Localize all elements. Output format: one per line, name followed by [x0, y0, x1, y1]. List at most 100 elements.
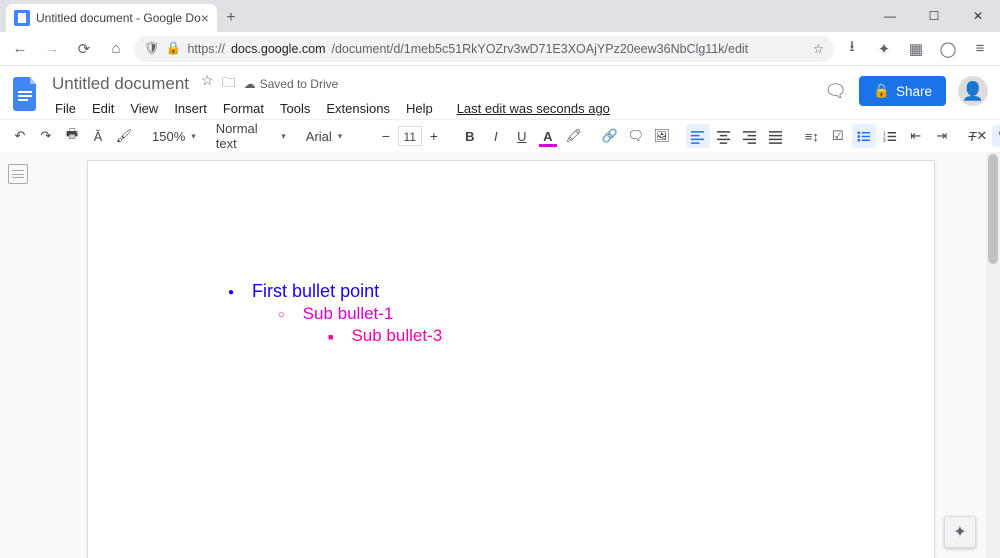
- reload-button[interactable]: ⟳: [70, 35, 98, 63]
- bullet-3-text[interactable]: Sub bullet-3: [351, 326, 442, 346]
- align-right-button[interactable]: [738, 124, 762, 148]
- menu-insert[interactable]: Insert: [167, 98, 214, 119]
- account-icon[interactable]: ◯: [934, 35, 962, 63]
- document-body[interactable]: First bullet point Sub bullet-1 Sub bull…: [188, 281, 834, 346]
- tab-title: Untitled document - Google Do: [36, 11, 201, 25]
- bold-button[interactable]: B: [458, 124, 482, 148]
- clear-formatting-button[interactable]: T✕: [966, 124, 990, 148]
- last-edit-link[interactable]: Last edit was seconds ago: [450, 98, 617, 119]
- extension-icon-1[interactable]: ✦: [870, 35, 898, 63]
- text-color-button[interactable]: A: [536, 124, 560, 148]
- align-center-button[interactable]: [712, 124, 736, 148]
- share-label: Share: [896, 84, 932, 99]
- url-protocol: https://: [187, 42, 225, 56]
- explore-button[interactable]: ✦: [944, 516, 976, 548]
- editing-mode-button[interactable]: ✎▾: [992, 125, 1000, 147]
- highlight-button[interactable]: 🖍: [562, 124, 586, 148]
- close-tab-icon[interactable]: ×: [201, 10, 209, 26]
- workspace: First bullet point Sub bullet-1 Sub bull…: [0, 152, 1000, 558]
- italic-button[interactable]: I: [484, 124, 508, 148]
- menu-file[interactable]: File: [48, 98, 83, 119]
- font-size-plus[interactable]: +: [422, 124, 446, 148]
- browser-tab-strip: Untitled document - Google Do × + — ☐ ✕: [0, 0, 1000, 32]
- underline-button[interactable]: U: [510, 124, 534, 148]
- align-justify-button[interactable]: [764, 124, 788, 148]
- extension-icon-2[interactable]: ▦: [902, 35, 930, 63]
- page-scroll-area[interactable]: First bullet point Sub bullet-1 Sub bull…: [36, 152, 986, 558]
- maximize-button[interactable]: ☐: [912, 0, 956, 32]
- bullet-level-2[interactable]: Sub bullet-1: [278, 304, 834, 324]
- style-value: Normal text: [216, 121, 275, 151]
- menu-extensions[interactable]: Extensions: [319, 98, 397, 119]
- menu-edit[interactable]: Edit: [85, 98, 121, 119]
- left-rail: [0, 152, 36, 558]
- new-tab-button[interactable]: +: [217, 4, 245, 32]
- bullet-2-text[interactable]: Sub bullet-1: [303, 304, 394, 324]
- checklist-button[interactable]: ☑: [826, 124, 850, 148]
- insert-image-button[interactable]: 🖼: [650, 124, 674, 148]
- font-size-control: − 11 +: [374, 124, 446, 148]
- menu-view[interactable]: View: [123, 98, 165, 119]
- undo-button[interactable]: ↶: [8, 124, 32, 148]
- svg-text:3: 3: [883, 138, 886, 143]
- document-page[interactable]: First bullet point Sub bullet-1 Sub bull…: [87, 160, 935, 558]
- style-select[interactable]: Normal text: [212, 121, 290, 151]
- insert-link-button[interactable]: 🔗: [598, 124, 622, 148]
- url-host: docs.google.com: [231, 42, 326, 56]
- increase-indent-button[interactable]: ⇥: [930, 124, 954, 148]
- insert-comment-button[interactable]: 🗨: [624, 124, 648, 148]
- forward-button[interactable]: →: [38, 35, 66, 63]
- bullet-level-3[interactable]: Sub bullet-3: [328, 326, 834, 346]
- toolbar: ↶ ↷ 🖶 Ǎ 🖌 150% Normal text Arial − 11 + …: [0, 119, 1000, 153]
- star-icon[interactable]: ☆: [201, 72, 214, 96]
- redo-button[interactable]: ↷: [34, 124, 58, 148]
- document-outline-button[interactable]: [8, 164, 28, 184]
- minimize-button[interactable]: —: [868, 0, 912, 32]
- download-icon[interactable]: ⭳: [838, 35, 866, 63]
- numbered-list-button[interactable]: 123: [878, 124, 902, 148]
- menu-help[interactable]: Help: [399, 98, 440, 119]
- line-spacing-button[interactable]: ≡↕: [800, 124, 824, 148]
- scroll-thumb[interactable]: [988, 154, 998, 264]
- align-left-button[interactable]: [686, 124, 710, 148]
- close-window-button[interactable]: ✕: [956, 0, 1000, 32]
- docs-logo[interactable]: [8, 76, 44, 112]
- lock-icon: 🔒: [873, 83, 890, 99]
- url-path: /document/d/1meb5c51RkYOZrv3wD71E3XOAjYP…: [332, 42, 749, 56]
- home-button[interactable]: ⌂: [102, 35, 130, 63]
- bookmark-star-icon[interactable]: ☆: [813, 41, 824, 56]
- docs-header: Untitled document ☆ 🗀 ☁ Saved to Drive Fi…: [0, 66, 1000, 119]
- move-icon[interactable]: 🗀: [222, 72, 236, 96]
- window-controls: — ☐ ✕: [868, 0, 1000, 32]
- browser-tab[interactable]: Untitled document - Google Do ×: [6, 4, 217, 32]
- paint-format-button[interactable]: 🖌: [112, 124, 136, 148]
- cloud-icon: ☁: [244, 77, 256, 91]
- font-size-value[interactable]: 11: [398, 126, 422, 146]
- font-size-minus[interactable]: −: [374, 124, 398, 148]
- font-value: Arial: [306, 129, 332, 144]
- decrease-indent-button[interactable]: ⇤: [904, 124, 928, 148]
- docs-favicon: [14, 10, 30, 26]
- account-avatar[interactable]: 👤: [958, 76, 988, 106]
- url-field[interactable]: 🛡 🔒 https:// docs.google.com/document/d/1…: [134, 36, 834, 62]
- address-bar: ← → ⟳ ⌂ 🛡 🔒 https:// docs.google.com/docu…: [0, 32, 1000, 66]
- font-select[interactable]: Arial: [302, 129, 362, 144]
- menu-format[interactable]: Format: [216, 98, 271, 119]
- vertical-scrollbar[interactable]: [986, 152, 1000, 558]
- menu-tools[interactable]: Tools: [273, 98, 317, 119]
- bulleted-list-button[interactable]: [852, 124, 876, 148]
- bullet-level-1[interactable]: First bullet point: [228, 281, 834, 302]
- lock-icon: 🔒: [166, 41, 182, 56]
- document-title[interactable]: Untitled document: [48, 72, 193, 96]
- spellcheck-button[interactable]: Ǎ: [86, 124, 110, 148]
- print-button[interactable]: 🖶: [60, 124, 84, 148]
- share-button[interactable]: 🔒 Share: [859, 76, 946, 106]
- shield-icon: 🛡: [144, 41, 160, 56]
- save-state-text: Saved to Drive: [260, 77, 339, 91]
- comment-history-icon[interactable]: 🗨: [824, 81, 847, 102]
- back-button[interactable]: ←: [6, 35, 34, 63]
- bullet-1-text[interactable]: First bullet point: [252, 281, 379, 302]
- menu-icon[interactable]: ≡: [966, 35, 994, 63]
- menubar: File Edit View Insert Format Tools Exten…: [48, 98, 824, 119]
- zoom-select[interactable]: 150%: [148, 129, 200, 144]
